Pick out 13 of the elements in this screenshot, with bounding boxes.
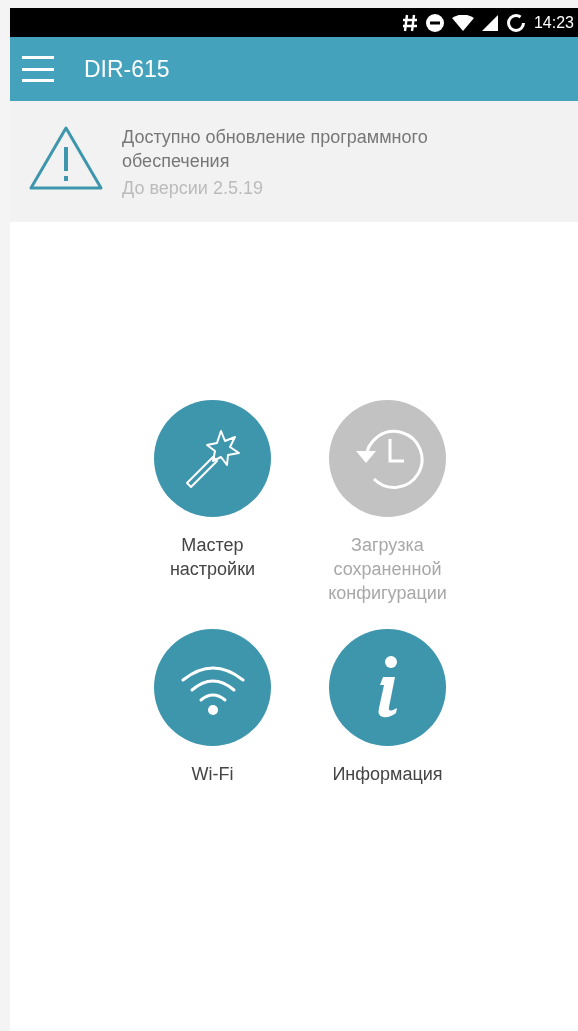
hash-icon [401,13,418,32]
menu-tile[interactable]: Мастер настройки [125,400,300,605]
menu-tile[interactable]: Информация [300,629,475,786]
wifi-signal-icon [451,14,474,31]
do-not-disturb-icon [425,13,444,32]
status-time: 14:23 [533,13,574,32]
cell-signal-icon [481,14,498,31]
update-title: Доступно обновление программного обеспечения [122,126,429,173]
warning-icon [28,125,104,191]
menu-button[interactable] [22,56,54,82]
menu-tile[interactable]: Wi-Fi [125,629,300,786]
app-title: DIR-615 [84,55,170,83]
battery-ring-icon [505,12,526,33]
